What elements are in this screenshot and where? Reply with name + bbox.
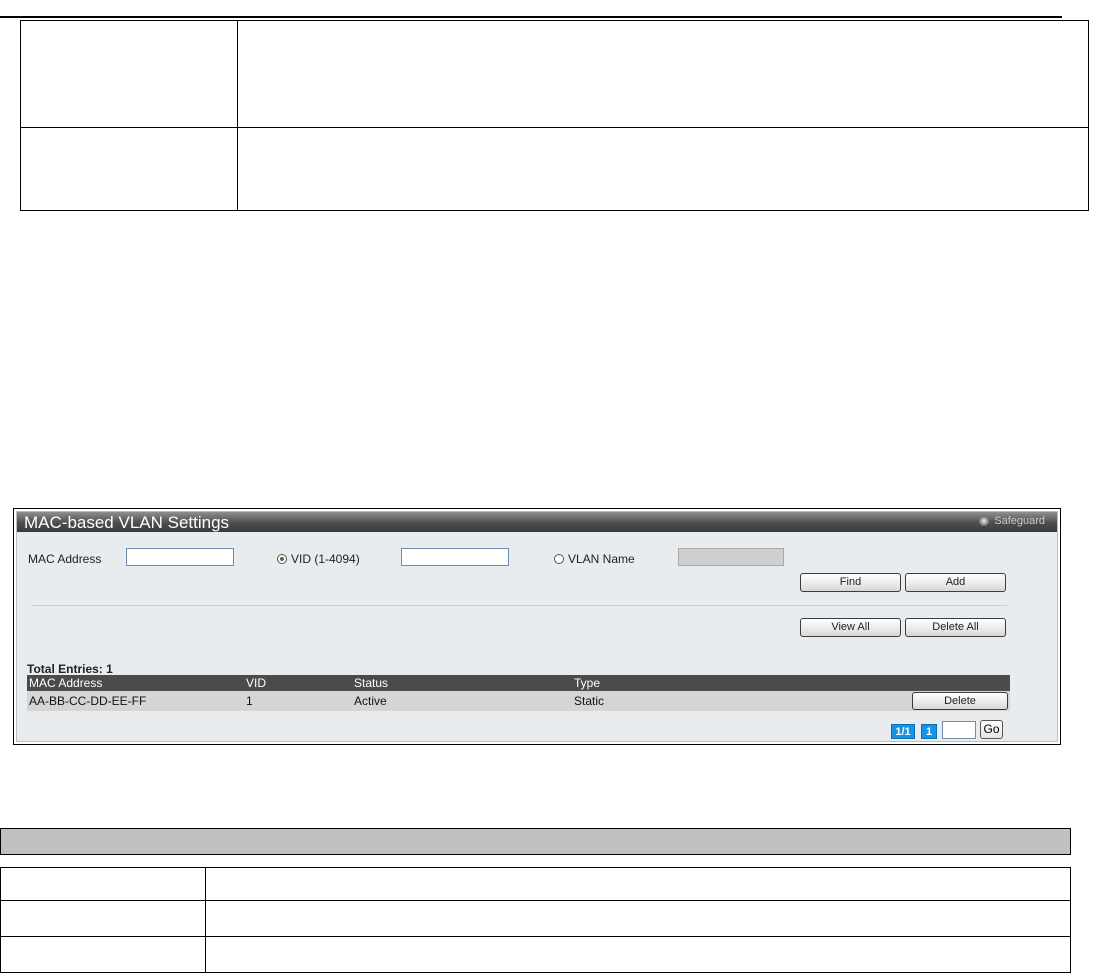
vid-label: VID (1-4094) [291,552,360,566]
section-divider [32,605,1007,606]
title-bar: MAC-based VLAN Settings Safeguard [17,512,1057,532]
vid-radio[interactable] [277,554,287,564]
go-button[interactable]: Go [980,720,1003,739]
table-row: AA-BB-CC-DD-EE-FF 1 Active Static Delete [27,691,1010,711]
parameter-table-bottom [0,867,1071,973]
entries-table: MAC Address VID Status Type AA-BB-CC-DD-… [27,675,1010,711]
table-row [0,900,1071,937]
add-button[interactable]: Add [905,573,1006,592]
table-row [20,20,1089,128]
safeguard-indicator: Safeguard [979,515,1045,527]
table-row [0,867,1071,901]
safeguard-label: Safeguard [994,515,1045,527]
table-cell [20,127,238,211]
window-title: MAC-based VLAN Settings [24,513,230,532]
column-header-action [776,675,1010,691]
settings-window: MAC-based VLAN Settings Safeguard MAC Ad… [16,511,1058,742]
table-cell [205,867,1071,901]
cell-mac-address: AA-BB-CC-DD-EE-FF [27,691,244,711]
find-button[interactable]: Find [800,573,901,592]
mac-address-input[interactable] [126,548,234,566]
table-cell [237,127,1089,211]
safeguard-icon [979,516,990,526]
page-link-current[interactable]: 1 [921,724,937,739]
screenshot-panel: MAC-based VLAN Settings Safeguard MAC Ad… [13,508,1061,745]
table-cell [0,867,206,901]
table-cell [0,936,206,973]
parameter-table-top [20,20,1089,211]
vlan-name-label: VLAN Name [568,552,635,566]
page-indicator: 1/1 [891,724,915,739]
table-cell [0,900,206,937]
table-cell [205,936,1071,973]
vlan-name-input[interactable] [678,548,784,566]
table-cell [237,20,1089,128]
vlan-name-radio[interactable] [554,554,564,564]
delete-all-button[interactable]: Delete All [905,618,1006,637]
cell-type: Static [572,691,776,711]
table-cell [20,20,238,128]
delete-row-button[interactable]: Delete [912,692,1008,710]
column-header-vid: VID [244,675,352,691]
column-header-type: Type [572,675,776,691]
page-number-input[interactable] [942,721,976,739]
cell-status: Active [352,691,572,711]
cell-action: Delete [776,691,1010,711]
table-header-band [0,828,1071,855]
page-header-rule [0,16,1062,18]
mac-address-label: MAC Address [28,552,102,566]
table-row [20,127,1089,211]
table-row [0,936,1071,973]
column-header-mac-address: MAC Address [27,675,244,691]
view-all-button[interactable]: View All [800,618,901,637]
column-header-status: Status [352,675,572,691]
vid-input[interactable] [401,548,509,566]
table-header-row: MAC Address VID Status Type [27,675,1010,691]
table-cell [205,900,1071,937]
total-entries-label: Total Entries: 1 [27,662,113,676]
cell-vid: 1 [244,691,352,711]
